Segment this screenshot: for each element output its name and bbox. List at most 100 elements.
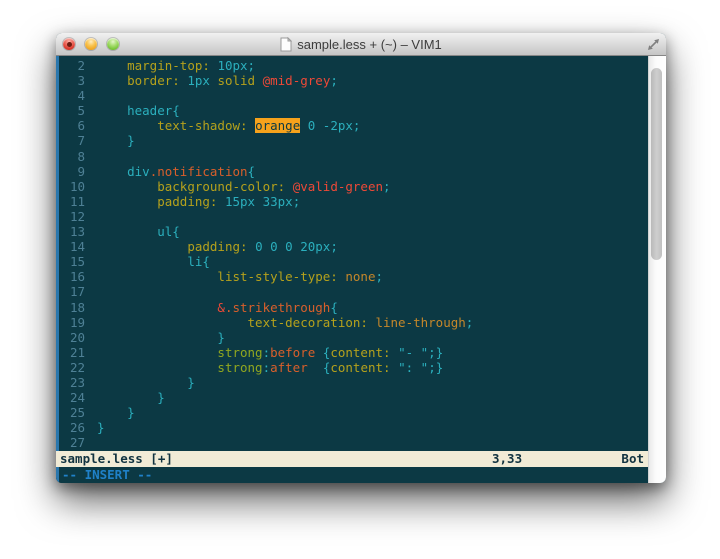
scrollbar[interactable]	[648, 56, 666, 483]
line-number: 11	[59, 194, 85, 209]
statusline-filename: sample.less [+]	[56, 451, 173, 466]
code-line: 27	[59, 435, 648, 450]
title-bar[interactable]: sample.less + (~) – VIM1	[56, 33, 666, 56]
code-line: 9 div.notification{	[59, 164, 648, 179]
code-text	[85, 149, 97, 164]
scrollbar-thumb[interactable]	[651, 68, 662, 260]
code-line: 8	[59, 149, 648, 164]
close-button[interactable]	[63, 38, 75, 50]
code-line: 10 background-color: @valid-green;	[59, 179, 648, 194]
code-line: 12	[59, 209, 648, 224]
desktop: sample.less + (~) – VIM1 2 margin-top: 1…	[0, 0, 720, 559]
text-editor[interactable]: 2 margin-top: 10px;3 border: 1px solid @…	[59, 56, 648, 451]
line-number: 16	[59, 269, 85, 284]
macvim-window: sample.less + (~) – VIM1 2 margin-top: 1…	[56, 33, 666, 483]
code-line: 6 text-shadow: orange 0 -2px;	[59, 118, 648, 133]
code-text: }	[85, 405, 135, 420]
code-text: div.notification{	[85, 164, 255, 179]
code-line: 22 strong:after {content: ": ";}	[59, 360, 648, 375]
code-text: ul{	[85, 224, 180, 239]
code-line: 2 margin-top: 10px;	[59, 58, 648, 73]
code-text: margin-top: 10px;	[85, 58, 255, 73]
window-title-text: sample.less + (~) – VIM1	[297, 37, 442, 52]
code-text	[85, 435, 97, 450]
fullscreen-icon[interactable]	[647, 38, 660, 51]
code-text	[85, 209, 97, 224]
code-text: &.strikethrough{	[85, 300, 338, 315]
window-content: 2 margin-top: 10px;3 border: 1px solid @…	[56, 56, 666, 483]
line-number: 6	[59, 118, 85, 133]
code-text: header{	[85, 103, 180, 118]
code-line: 26}	[59, 420, 648, 435]
code-text: }	[85, 375, 195, 390]
code-text: }	[85, 133, 135, 148]
line-number: 18	[59, 300, 85, 315]
code-line: 7 }	[59, 133, 648, 148]
line-number: 23	[59, 375, 85, 390]
line-number: 10	[59, 179, 85, 194]
code-line: 16 list-style-type: none;	[59, 269, 648, 284]
vim-area: 2 margin-top: 10px;3 border: 1px solid @…	[56, 56, 648, 483]
line-number: 14	[59, 239, 85, 254]
line-number: 9	[59, 164, 85, 179]
zoom-button[interactable]	[107, 38, 119, 50]
line-number: 15	[59, 254, 85, 269]
code-text: }	[85, 420, 105, 435]
line-number: 8	[59, 149, 85, 164]
code-line: 15 li{	[59, 254, 648, 269]
line-number: 5	[59, 103, 85, 118]
code-line: 13 ul{	[59, 224, 648, 239]
code-line: 21 strong:before {content: "- ";}	[59, 345, 648, 360]
line-number: 20	[59, 330, 85, 345]
vim-statusline: sample.less [+] 3,33 Bot	[56, 451, 648, 467]
line-number: 3	[59, 73, 85, 88]
line-number: 4	[59, 88, 85, 103]
code-line: 19 text-decoration: line-through;	[59, 315, 648, 330]
line-number: 21	[59, 345, 85, 360]
line-number: 2	[59, 58, 85, 73]
traffic-lights	[56, 38, 119, 50]
code-text: list-style-type: none;	[85, 269, 383, 284]
line-number: 7	[59, 133, 85, 148]
line-number: 19	[59, 315, 85, 330]
code-text: padding: 0 0 0 20px;	[85, 239, 338, 254]
code-text: }	[85, 390, 165, 405]
vim-modeline: -- INSERT --	[59, 467, 648, 483]
code-line: 23 }	[59, 375, 648, 390]
code-text: padding: 15px 33px;	[85, 194, 300, 209]
line-number: 24	[59, 390, 85, 405]
line-number: 22	[59, 360, 85, 375]
minimize-button[interactable]	[85, 38, 97, 50]
code-text: li{	[85, 254, 210, 269]
line-number: 17	[59, 284, 85, 299]
statusline-position: Bot	[621, 451, 644, 467]
code-text: text-shadow: orange 0 -2px;	[85, 118, 360, 133]
code-text: strong:before {content: "- ";}	[85, 345, 443, 360]
modified-dot-icon	[67, 42, 72, 47]
code-text: strong:after {content: ": ";}	[85, 360, 443, 375]
code-text: background-color: @valid-green;	[85, 179, 391, 194]
code-line: 4	[59, 88, 648, 103]
code-line: 5 header{	[59, 103, 648, 118]
code-line: 18 &.strikethrough{	[59, 300, 648, 315]
code-line: 24 }	[59, 390, 648, 405]
code-line: 20 }	[59, 330, 648, 345]
window-title: sample.less + (~) – VIM1	[56, 33, 666, 55]
code-text: border: 1px solid @mid-grey;	[85, 73, 338, 88]
line-number: 27	[59, 435, 85, 450]
code-line: 14 padding: 0 0 0 20px;	[59, 239, 648, 254]
code-line: 25 }	[59, 405, 648, 420]
code-text: }	[85, 330, 225, 345]
code-line: 17	[59, 284, 648, 299]
code-text: text-decoration: line-through;	[85, 315, 473, 330]
statusline-ruler: 3,33	[492, 451, 522, 467]
code-line: 3 border: 1px solid @mid-grey;	[59, 73, 648, 88]
document-icon	[280, 37, 292, 52]
line-number: 25	[59, 405, 85, 420]
line-number: 12	[59, 209, 85, 224]
line-number: 13	[59, 224, 85, 239]
line-number: 26	[59, 420, 85, 435]
code-text	[85, 284, 97, 299]
code-text	[85, 88, 97, 103]
code-line: 11 padding: 15px 33px;	[59, 194, 648, 209]
